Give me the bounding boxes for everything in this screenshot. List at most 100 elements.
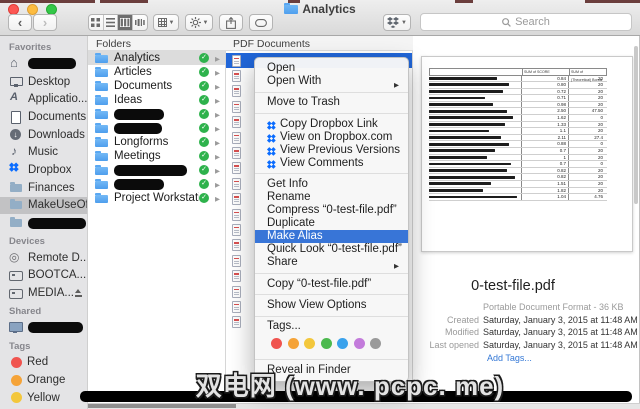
tags-button[interactable]	[249, 14, 273, 31]
sidebar-item-label: Finances	[28, 182, 75, 194]
dropbox-toolbar-button[interactable]: ▼	[383, 14, 411, 31]
preview-table-row: 0.98 20	[429, 102, 607, 109]
sidebar-item[interactable]: MEDIA...	[0, 284, 87, 302]
sidebar-item[interactable]: Applicatio...	[0, 90, 87, 108]
folder-row[interactable]: Ideas ✓ ▶	[88, 93, 225, 107]
folder-icon	[284, 3, 298, 14]
context-menu-item[interactable]: Copy “0-test-file.pdf” ▶	[255, 278, 408, 291]
sidebar-item[interactable]: Music	[0, 143, 87, 161]
back-button[interactable]: ‹	[8, 14, 32, 31]
chevron-right-icon: ▶	[215, 125, 220, 133]
context-menu-item[interactable]: View Previous Versions ▶	[255, 144, 408, 157]
context-menu-item[interactable]: ▶	[255, 113, 408, 114]
sidebar-item[interactable]	[0, 55, 87, 73]
context-menu-item[interactable]: ▶	[255, 273, 408, 274]
sidebar-item[interactable]: Remote D...	[0, 249, 87, 267]
sidebar-item[interactable]	[0, 214, 87, 232]
context-menu-item[interactable]: View on Dropbox.com ▶	[255, 131, 408, 144]
tag-color-swatches	[255, 333, 408, 355]
pdf-file-icon	[232, 209, 241, 221]
dropbox-synced-icon: ✓	[199, 137, 209, 147]
sidebar-section-header: Devices	[0, 235, 87, 249]
context-menu-item[interactable]: Duplicate ▶	[255, 217, 408, 230]
tag-color-dot[interactable]	[370, 338, 381, 349]
search-input[interactable]: Search	[420, 13, 632, 31]
folder-row[interactable]: Longforms ✓ ▶	[88, 135, 225, 149]
sidebar-section-header: Shared	[0, 305, 87, 319]
sidebar-item[interactable]: Red	[0, 354, 87, 372]
status-bar-redaction	[88, 404, 236, 408]
share-button[interactable]	[219, 14, 243, 31]
context-menu-item[interactable]: View Comments ▶	[255, 157, 408, 170]
tag-color-dot[interactable]	[337, 338, 348, 349]
folder-row[interactable]: Documents ✓ ▶	[88, 79, 225, 93]
context-menu-item[interactable]: Tags... ▶	[255, 320, 408, 333]
sidebar-item[interactable]: Finances	[0, 179, 87, 197]
tag-color-dot[interactable]	[321, 338, 332, 349]
context-menu-item[interactable]: Compress “0-test-file.pdf” ▶	[255, 204, 408, 217]
icon-view-button[interactable]	[89, 15, 104, 30]
sidebar-item[interactable]	[0, 319, 87, 337]
context-menu-item[interactable]: Get Info ▶	[255, 178, 408, 191]
context-menu-item[interactable]: ▶	[255, 316, 408, 317]
dropbox-synced-icon: ✓	[199, 165, 209, 175]
pdf-preview-page[interactable]: SUM of SCORE SUM of (Theoretical) Bonus …	[421, 56, 633, 252]
folder-row[interactable]: Meetings ✓ ▶	[88, 149, 225, 163]
tag-color-dot[interactable]	[304, 338, 315, 349]
folder-row[interactable]: Articles ✓ ▶	[88, 65, 225, 79]
coverflow-view-button[interactable]	[133, 15, 148, 30]
tag-color-dot[interactable]	[271, 338, 282, 349]
sidebar-item-icon	[9, 76, 23, 88]
folder-icon	[95, 123, 109, 134]
preview-table-row: 0.82 20	[429, 174, 607, 181]
context-menu-item[interactable]: ▶	[255, 173, 408, 174]
context-menu-item[interactable]: Move to Trash ▶	[255, 96, 408, 109]
sidebar-item[interactable]: Dropbox	[0, 161, 87, 179]
sidebar-item-label	[28, 58, 76, 69]
context-menu-item[interactable]: Show View Options ▶	[255, 299, 408, 312]
sidebar-item[interactable]: Orange	[0, 371, 87, 389]
folder-row[interactable]: Analytics ✓ ▶	[88, 51, 225, 65]
context-menu-item[interactable]: Rename ▶	[255, 191, 408, 204]
add-tags-link[interactable]: Add Tags...	[487, 353, 532, 363]
sidebar-item[interactable]: Desktop	[0, 73, 87, 91]
share-icon	[226, 17, 236, 29]
context-menu-item[interactable]: ▶	[255, 294, 408, 295]
folder-row[interactable]: ✓ ▶	[88, 177, 225, 191]
sidebar-item[interactable]: BOOTCA...	[0, 267, 87, 285]
folder-row[interactable]: Project Workstation ✓ ▶	[88, 191, 225, 205]
eject-icon[interactable]	[74, 289, 83, 297]
arrange-button[interactable]: ▼	[153, 14, 179, 31]
illegible-title-bar	[429, 196, 517, 199]
sidebar-item-label: Documents	[28, 111, 86, 123]
context-menu-item[interactable]: Share ▶	[255, 256, 408, 269]
sidebar-item[interactable]: Yellow	[0, 389, 87, 407]
list-view-button[interactable]	[104, 15, 119, 30]
folder-row[interactable]: ✓ ▶	[88, 121, 225, 135]
redaction-artifact	[455, 0, 473, 3]
folder-icon	[95, 109, 109, 120]
folder-icon	[95, 95, 109, 106]
context-menu-item[interactable]: Open ▶	[255, 62, 408, 75]
context-menu-item[interactable]: ▶	[255, 359, 408, 360]
folder-row[interactable]: ✓ ▶	[88, 107, 225, 121]
context-menu-item[interactable]: Quick Look “0-test-file.pdf” ▶	[255, 243, 408, 256]
pdf-file-icon	[232, 101, 241, 113]
sidebar-item[interactable]: Documents	[0, 108, 87, 126]
context-menu-item[interactable]: ▶	[255, 92, 408, 93]
sidebar-item[interactable]: MakeUseOf	[0, 197, 87, 215]
column-view-button[interactable]	[118, 15, 133, 30]
context-menu-item[interactable]: Open With ▶	[255, 75, 408, 88]
forward-button[interactable]: ›	[33, 14, 57, 31]
tag-color-dot[interactable]	[288, 338, 299, 349]
preview-scrollbar[interactable]	[634, 46, 638, 204]
sidebar-item-label: Yellow	[27, 392, 60, 404]
action-gear-button[interactable]: ▼	[185, 14, 213, 31]
folder-row[interactable]: ✓ ▶	[88, 163, 225, 177]
context-menu-item[interactable]: Copy Dropbox Link ▶	[255, 118, 408, 131]
sidebar-item[interactable]: Downloads	[0, 126, 87, 144]
context-menu-item[interactable]: Make Alias ▶	[255, 230, 408, 243]
tag-color-dot[interactable]	[354, 338, 365, 349]
sidebar-item-icon	[11, 375, 22, 386]
chevron-right-icon: ▶	[215, 111, 220, 119]
